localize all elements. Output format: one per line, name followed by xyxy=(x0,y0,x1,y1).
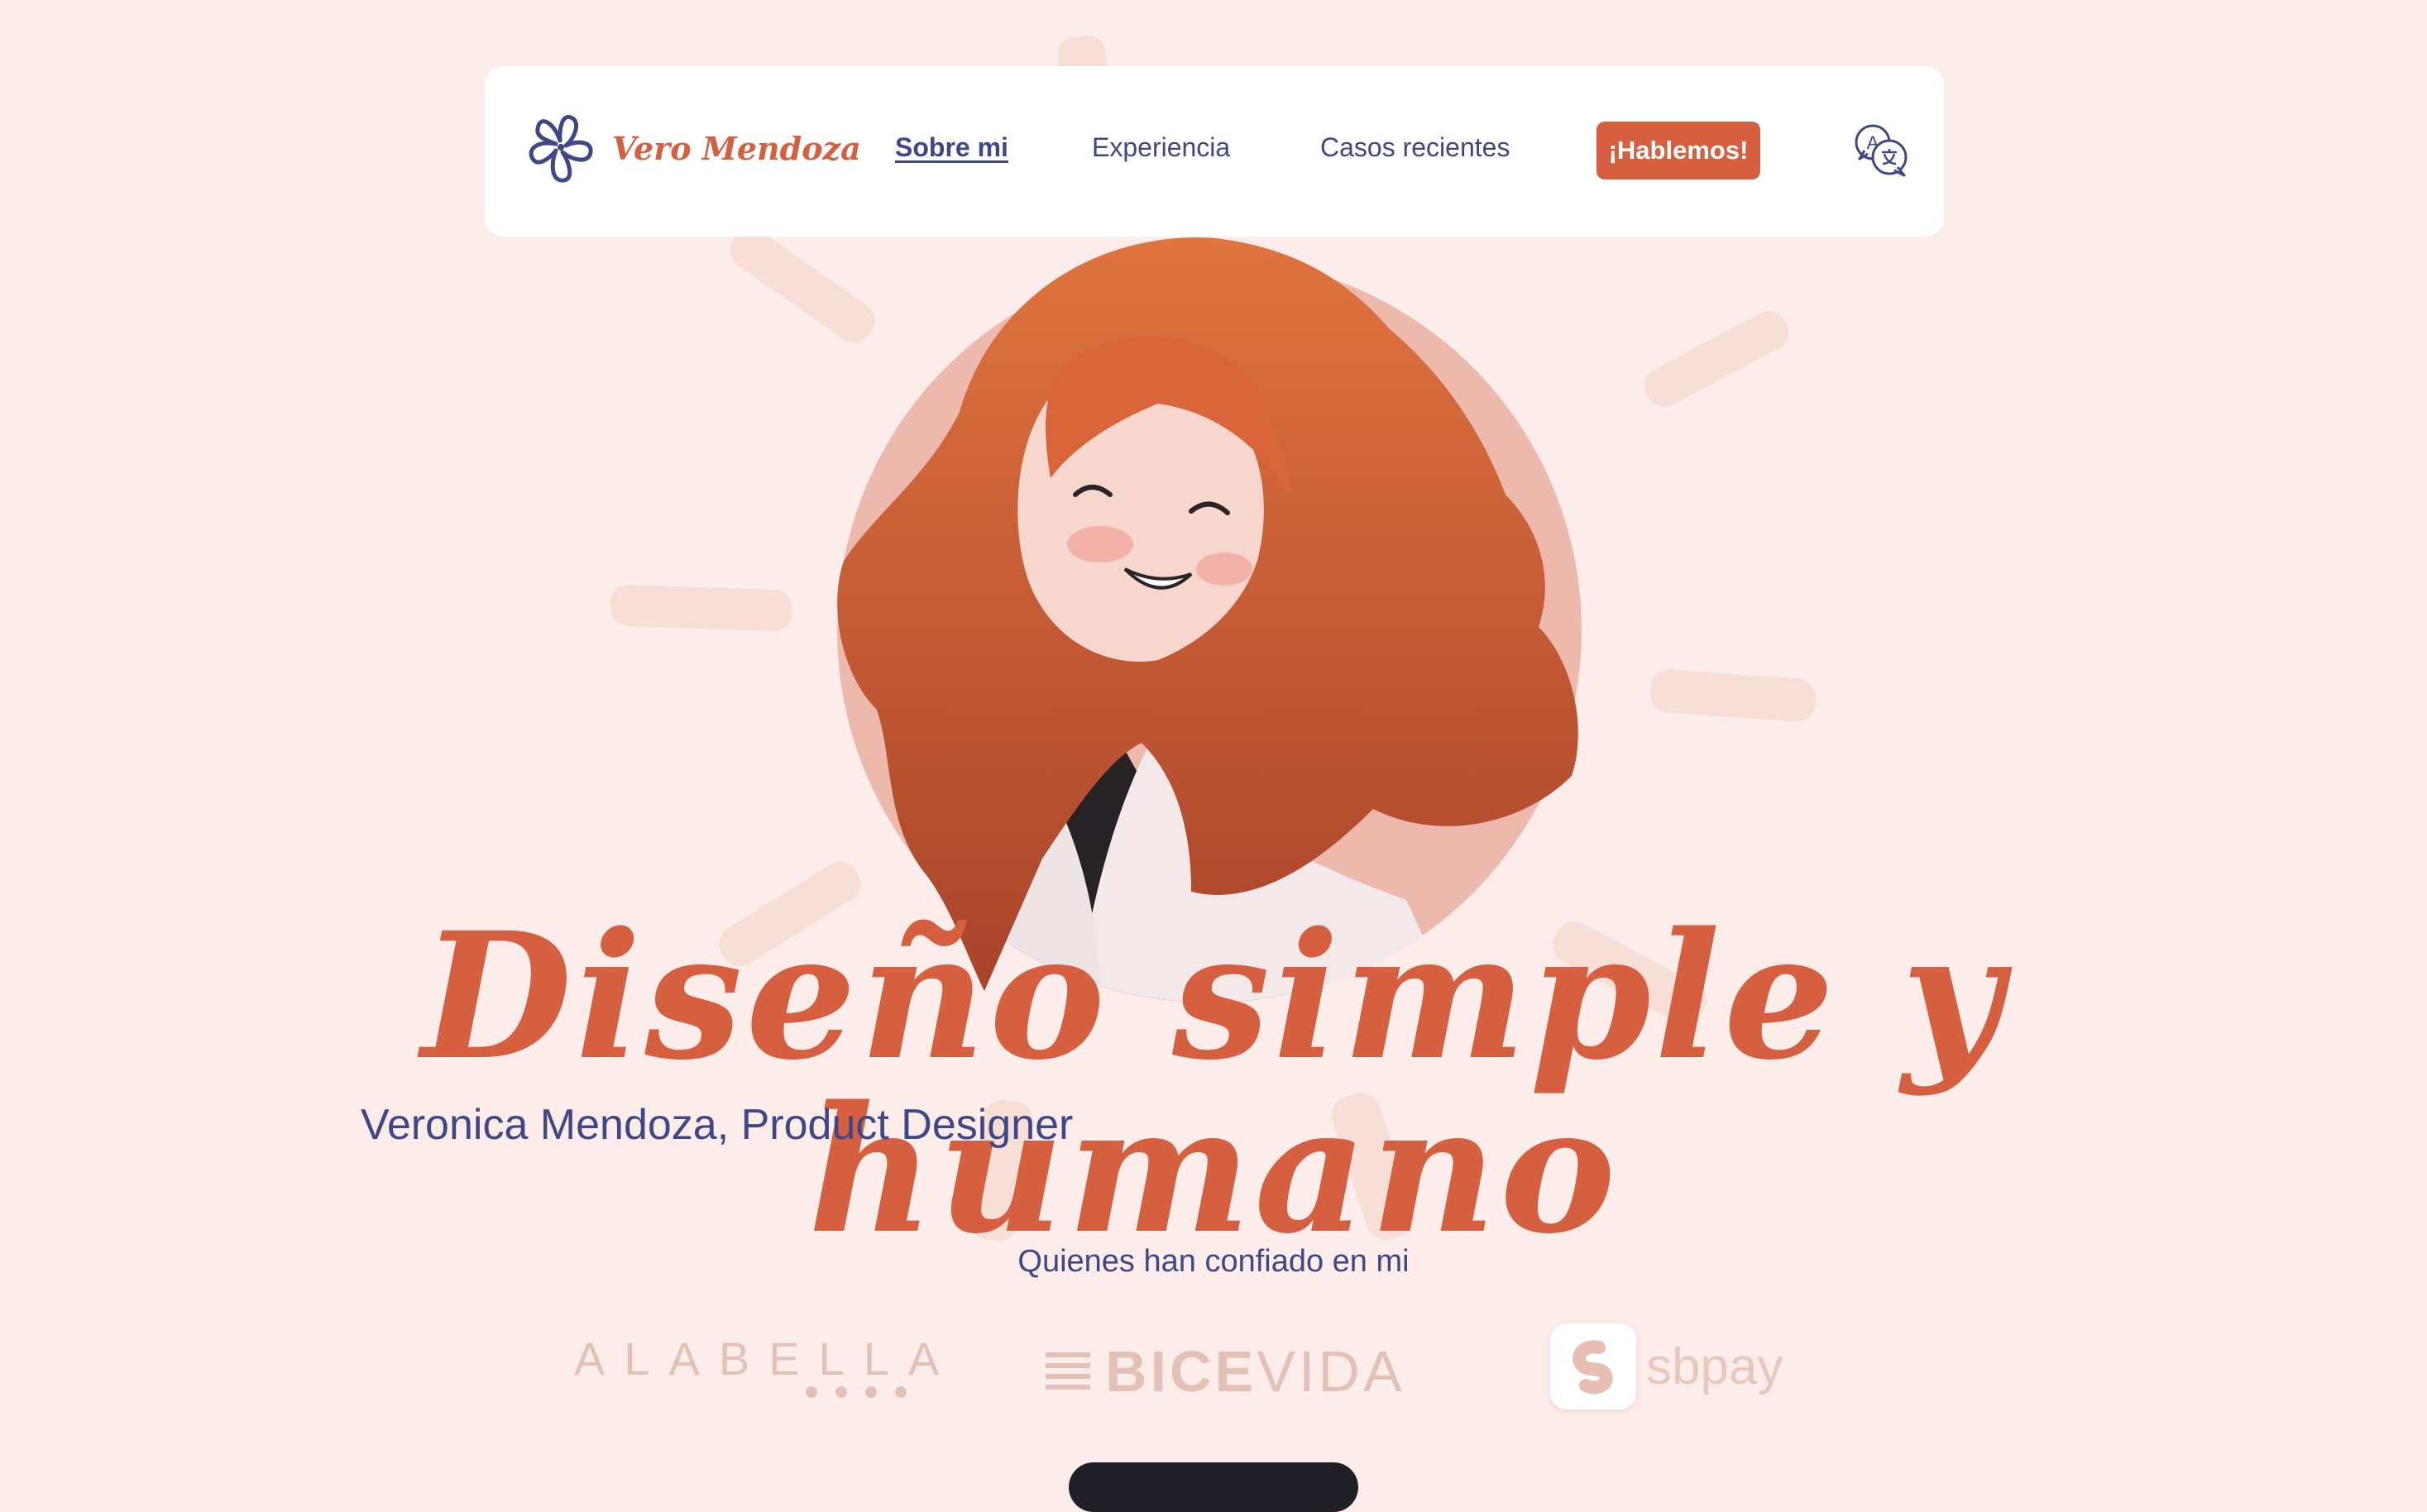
client-logo-alabella: ALABELLA xyxy=(574,1332,959,1406)
clients-heading: Quienes han confiado en mi xyxy=(1017,1244,1410,1279)
vida-text: VIDA xyxy=(1257,1339,1405,1404)
bottom-dock[interactable] xyxy=(1069,1462,1358,1512)
nav-link-sobre-mi[interactable]: Sobre mi xyxy=(895,132,1008,163)
bice-text: BICE xyxy=(1105,1339,1257,1404)
nav-link-casos-recientes[interactable]: Casos recientes xyxy=(1320,132,1510,163)
alabella-dot xyxy=(806,1386,817,1398)
sbpay-wordmark: sbpay xyxy=(1646,1337,1783,1395)
alabella-dot xyxy=(835,1386,847,1398)
bicevida-wordmark: BICEVIDA xyxy=(1105,1338,1405,1404)
top-navigation: Vero Mendoza Sobre mi Experiencia Casos … xyxy=(485,66,1944,237)
client-logo-sbpay: sbpay xyxy=(1550,1323,1783,1409)
alabella-dot xyxy=(865,1386,877,1398)
stripes-icon xyxy=(1046,1352,1090,1390)
alabella-dot xyxy=(895,1386,907,1398)
translate-icon[interactable]: A xyxy=(1851,121,1911,180)
hero-subtitle: Veronica Mendoza, Product Designer xyxy=(361,1101,1074,1149)
sbpay-app-icon xyxy=(1550,1323,1636,1409)
alabella-wordmark: ALABELLA xyxy=(574,1333,959,1385)
client-logo-bicevida: BICEVIDA xyxy=(1046,1338,1405,1404)
brand-name: Vero Mendoza xyxy=(612,129,861,167)
flower-icon xyxy=(529,114,593,183)
nav-link-experiencia[interactable]: Experiencia xyxy=(1092,132,1230,163)
hero-headline: Diseño simple y humano xyxy=(421,894,2006,1272)
sbpay-symbol-icon xyxy=(1573,1340,1613,1395)
alabella-dots xyxy=(806,1386,907,1398)
illustrated-portrait xyxy=(837,237,1582,1002)
brand-logo[interactable]: Vero Mendoza xyxy=(523,108,861,189)
hablemos-button[interactable]: ¡Hablemos! xyxy=(1596,122,1760,179)
